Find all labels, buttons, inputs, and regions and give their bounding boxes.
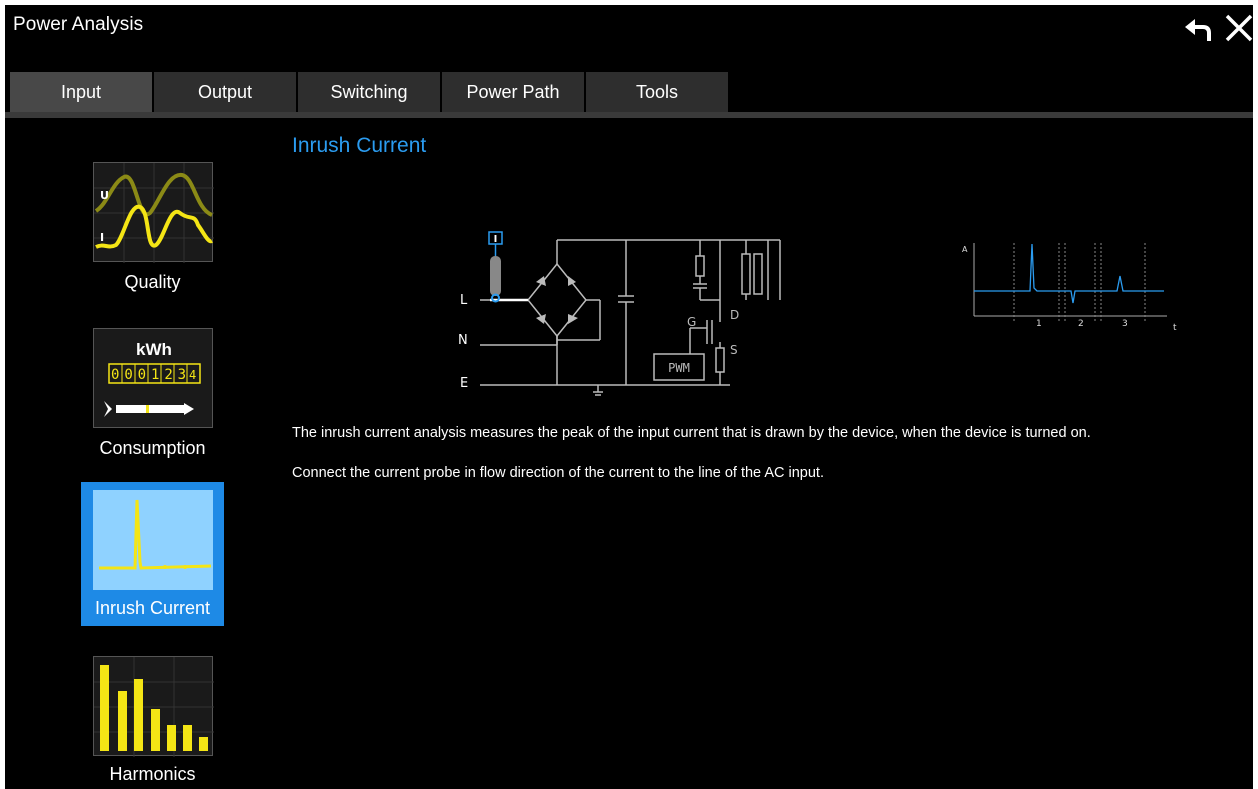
wave-y-label: A [962, 245, 968, 254]
pwm-label: PWM [668, 361, 690, 375]
description-text-2: Connect the current probe in flow direct… [292, 465, 824, 481]
title-bar: Power Analysis [5, 5, 1253, 47]
sidebar: U I Quality kWh 000123 4 Consumption Inr… [5, 118, 275, 789]
tab-bar: Input Output Switching Power Path Tools [5, 72, 1253, 118]
sidebar-item-harmonics[interactable]: Harmonics [81, 654, 224, 789]
energy-meter-icon: kWh 000123 4 [93, 328, 213, 428]
segment-2-label: 2 [1078, 319, 1084, 329]
tab-switching[interactable]: Switching [298, 72, 440, 112]
drain-label: D [730, 308, 739, 322]
quality-thumbnail-icon: U I [93, 162, 214, 263]
inrush-thumbnail-icon [93, 490, 213, 590]
tab-input[interactable]: Input [10, 72, 152, 112]
gate-label: G [687, 315, 696, 329]
sidebar-item-label: Inrush Current [94, 598, 211, 618]
close-x-icon[interactable] [1221, 9, 1257, 45]
sidebar-item-inrush-current[interactable]: Inrush Current [81, 482, 224, 626]
inrush-waveform: A t 1 2 3 [957, 238, 1182, 333]
circuit-diagram: I L N E PWM G D S [450, 220, 800, 405]
window-title: Power Analysis [13, 14, 144, 35]
quality-u-label: U [100, 189, 109, 202]
line-n-label: N [458, 333, 468, 348]
kwh-label: kWh [136, 340, 172, 359]
line-e-label: E [460, 376, 468, 391]
undo-arrow-icon[interactable] [1181, 9, 1219, 45]
quality-i-label: I [100, 231, 104, 244]
harmonics-bar-icon [93, 656, 214, 757]
sidebar-item-label: Consumption [99, 438, 206, 458]
segment-1-label: 1 [1036, 319, 1042, 329]
sidebar-item-quality[interactable]: U I Quality [81, 160, 224, 300]
sidebar-item-label: Quality [124, 272, 181, 292]
page-title: Inrush Current [292, 134, 427, 157]
probe-label: I [494, 234, 498, 245]
tab-output[interactable]: Output [154, 72, 296, 112]
description-text-1: The inrush current analysis measures the… [292, 425, 1091, 441]
line-l-label: L [460, 293, 468, 308]
sidebar-item-consumption[interactable]: kWh 000123 4 Consumption [81, 326, 224, 466]
tab-tools[interactable]: Tools [586, 72, 728, 112]
meter-fraction: 4 [189, 368, 196, 382]
tab-power-path[interactable]: Power Path [442, 72, 584, 112]
segment-3-label: 3 [1122, 319, 1128, 329]
source-label: S [730, 343, 738, 357]
meter-digits: 000123 [111, 367, 191, 383]
wave-x-label: t [1173, 323, 1177, 333]
sidebar-item-label: Harmonics [109, 764, 196, 784]
